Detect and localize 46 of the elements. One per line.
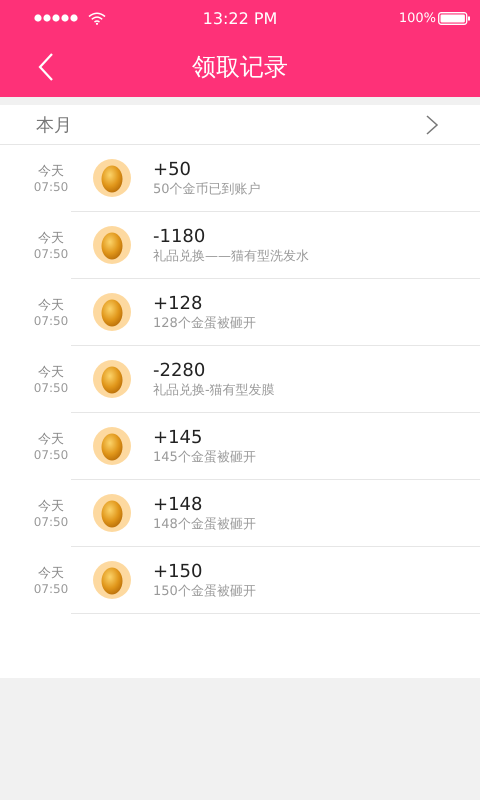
signal-icon [34, 14, 80, 22]
record-day: 今天 [38, 497, 64, 515]
record-description: 145个金蛋被砸开 [153, 448, 256, 466]
golden-egg-icon [93, 494, 131, 532]
record-amount: +150 [153, 560, 204, 582]
battery-percent: 100% [398, 10, 436, 26]
record-description: 50个金币已到账户 [153, 180, 261, 198]
record-time: 07:50 [34, 381, 68, 395]
record-day: 今天 [38, 296, 64, 314]
record-time: 07:50 [34, 582, 68, 596]
month-selector[interactable]: 本月 [0, 105, 480, 145]
record-time: 07:50 [34, 515, 68, 529]
golden-egg-icon [93, 427, 131, 465]
status-time: 13:22 PM [202, 8, 278, 28]
chevron-right-icon [426, 114, 438, 134]
record-day: 今天 [38, 229, 64, 247]
record-description: 150个金蛋被砸开 [153, 582, 256, 600]
record-description: 礼品兑换-猫有型发膜 [153, 382, 275, 398]
wifi-icon [88, 12, 106, 24]
record-day: 今天 [38, 430, 64, 448]
record-amount: +145 [153, 426, 204, 448]
page-title: 领取记录 [191, 52, 289, 82]
golden-egg-icon [93, 561, 131, 599]
record-amount: +50 [153, 158, 192, 180]
record-amount: +148 [153, 494, 204, 514]
record-amount: +128 [153, 292, 204, 314]
back-icon [38, 52, 54, 80]
battery-icon [438, 12, 470, 24]
golden-egg-icon [93, 293, 131, 331]
back-button[interactable] [38, 52, 54, 80]
golden-egg-icon [93, 159, 131, 197]
record-time: 07:50 [34, 247, 68, 261]
golden-egg-icon [93, 360, 131, 398]
record-day: 今天 [38, 162, 64, 180]
record-day: 今天 [38, 564, 64, 582]
record-time: 07:50 [34, 180, 68, 194]
record-time: 07:50 [34, 314, 68, 328]
record-description: 礼品兑换——猫有型洗发水 [153, 248, 309, 264]
record-day: 今天 [38, 363, 64, 381]
record-amount: -1180 [153, 226, 206, 246]
record-description: 148个金蛋被砸开 [153, 516, 256, 532]
record-amount: -2280 [153, 360, 206, 380]
month-label: 本月 [36, 114, 72, 136]
golden-egg-icon [93, 226, 131, 264]
record-time: 07:50 [34, 448, 68, 462]
record-description: 128个金蛋被砸开 [153, 314, 256, 332]
